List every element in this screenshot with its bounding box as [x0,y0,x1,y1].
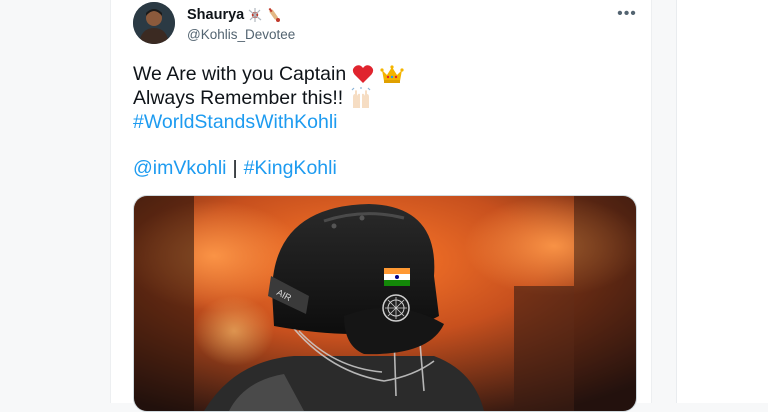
raised-hands-icon [349,87,373,109]
display-name-text: Shaurya [187,7,245,23]
avatar[interactable] [133,2,175,44]
tweet-line-1: We Are with you Captain [133,62,633,86]
tweet-line-1-text: We Are with you Captain [133,63,347,85]
right-sidebar-strip [676,0,768,403]
cricket-bat-icon [266,7,282,23]
more-options-button[interactable]: ••• [614,4,640,24]
tweet-line-3: #WorldStandsWithKohli [133,110,633,134]
tweet-card[interactable]: Shaurya @Kohlis_Devotee ••• We Are with … [110,0,652,412]
helmet-photo-image: AIR [134,196,636,411]
mention-imvkohli[interactable]: @imVkohli [133,156,226,180]
tweet-text: We Are with you Captain Always Remember … [133,62,633,180]
tweet-media-photo[interactable]: AIR [133,195,637,412]
tweet-line-2: Always Remember this!! [133,86,633,110]
hashtag-world-stands-with-kohli[interactable]: #WorldStandsWithKohli [133,110,337,134]
separator-text: | [232,157,238,179]
red-heart-icon [352,64,374,84]
display-name[interactable]: Shaurya [187,7,282,23]
hashtag-king-kohli[interactable]: #KingKohli [244,156,337,180]
crown-icon [380,64,404,84]
user-handle[interactable]: @Kohlis_Devotee [187,27,295,42]
cricket-ball-icon [247,7,263,23]
tweet-line-2-text: Always Remember this!! [133,87,344,109]
tweet-line-4: @imVkohli | #KingKohli [133,156,633,180]
paragraph-break [133,134,633,156]
